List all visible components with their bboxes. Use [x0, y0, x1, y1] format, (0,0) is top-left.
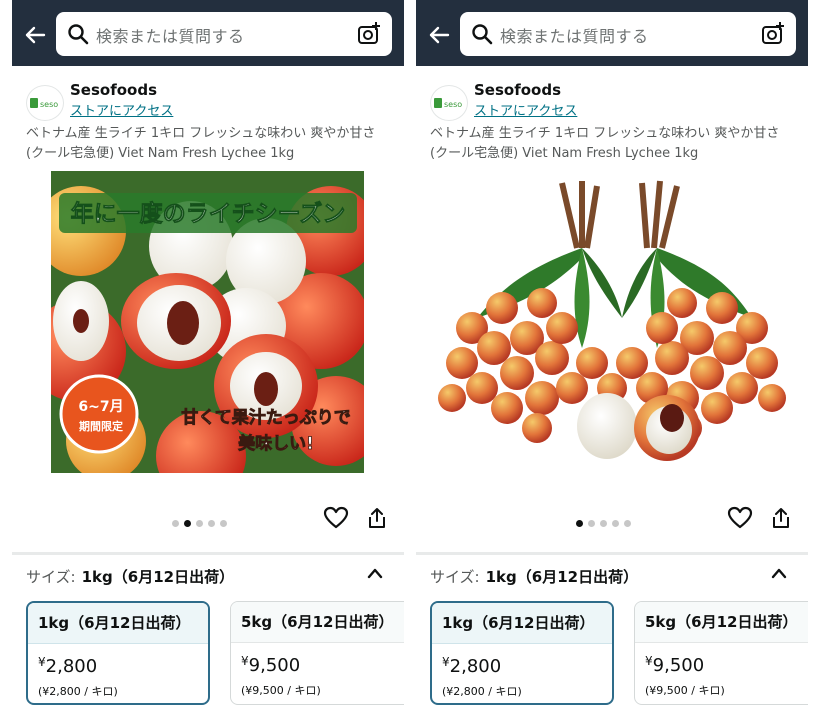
- size-option-5kg[interactable]: 5kg（6月12日出荷） ¥9,500 (¥9,500 / キロ): [230, 601, 404, 705]
- svg-text:seso: seso: [444, 100, 462, 109]
- chevron-up-icon[interactable]: [366, 566, 384, 580]
- top-bar: 検索または質問する: [12, 0, 404, 66]
- divider: [12, 552, 404, 555]
- svg-text:seso: seso: [40, 100, 58, 109]
- price-value: 9,500: [248, 655, 301, 676]
- seso-logo-icon: seso: [434, 98, 462, 109]
- size-option-unit-price: (¥9,500 / キロ): [645, 684, 725, 697]
- carousel-dot[interactable]: [588, 520, 595, 527]
- store-logo[interactable]: seso: [26, 85, 64, 121]
- visit-store-link[interactable]: ストアにアクセス: [474, 100, 577, 119]
- carousel-dots[interactable]: [576, 512, 636, 527]
- price-symbol: ¥: [38, 655, 46, 669]
- search-placeholder: 検索または質問する: [96, 27, 245, 46]
- share-icon[interactable]: [769, 506, 793, 530]
- visit-store-link[interactable]: ストアにアクセス: [70, 100, 173, 119]
- size-label: サイズ:: [430, 568, 480, 586]
- carousel-dots[interactable]: [172, 512, 232, 527]
- search-icon: [472, 24, 493, 45]
- promo-banner-text: 年に一度のライチシーズン: [71, 200, 346, 227]
- back-arrow-icon[interactable]: [20, 20, 50, 50]
- promo-caption-1: 甘くて果汁たっぷりで: [181, 407, 351, 428]
- promo-caption-2: 美味しい!: [238, 433, 314, 454]
- size-option-1kg[interactable]: 1kg（6月12日出荷） ¥2,800 (¥2,800 / キロ): [26, 601, 210, 705]
- size-label: サイズ:: [26, 568, 76, 586]
- size-option-label: 5kg（6月12日出荷）: [231, 602, 404, 643]
- carousel-dot[interactable]: [172, 520, 179, 527]
- product-page-panel-left: 検索または質問する seso Sesofoods ストアにアクセス ベトナム産 …: [12, 0, 404, 725]
- size-option-unit-price: (¥2,800 / キロ): [442, 685, 522, 698]
- size-option-label: 1kg（6月12日出荷）: [28, 603, 208, 644]
- search-input[interactable]: 検索または質問する: [460, 12, 796, 56]
- seso-logo-icon: seso: [30, 98, 58, 109]
- size-option-1kg[interactable]: 1kg（6月12日出荷） ¥2,800 (¥2,800 / キロ): [430, 601, 614, 705]
- carousel-dot[interactable]: [208, 520, 215, 527]
- back-arrow-icon[interactable]: [424, 20, 454, 50]
- carousel-dot-active[interactable]: [184, 520, 191, 527]
- search-placeholder: 検索または質問する: [500, 27, 649, 46]
- store-header: seso Sesofoods ストアにアクセス: [430, 80, 790, 121]
- size-value: 1kg（6月12日出荷）: [485, 568, 639, 586]
- carousel-dot[interactable]: [600, 520, 607, 527]
- store-name[interactable]: Sesofoods: [474, 81, 561, 99]
- heart-icon[interactable]: [323, 506, 349, 530]
- size-option-label: 1kg（6月12日出荷）: [432, 603, 612, 644]
- product-title: ベトナム産 生ライチ 1キロ フレッシュな味わい 爽やか甘さ (クール宅急便) …: [26, 126, 376, 161]
- size-value: 1kg（6月12日出荷）: [81, 568, 235, 586]
- share-icon[interactable]: [365, 506, 389, 530]
- top-bar: 検索または質問する: [416, 0, 808, 66]
- product-image-lychee-bunches[interactable]: [432, 178, 792, 468]
- size-option-unit-price: (¥2,800 / キロ): [38, 685, 118, 698]
- promo-badge-months: 6~7月: [78, 399, 123, 415]
- heart-icon[interactable]: [727, 506, 753, 530]
- camera-search-icon[interactable]: [356, 21, 382, 47]
- product-image-lychee-promo[interactable]: 年に一度のライチシーズン 6~7月 期間限定 甘くて果汁たっぷりで 美味しい!: [51, 171, 364, 473]
- size-option-unit-price: (¥9,500 / キロ): [241, 684, 321, 697]
- carousel-dot[interactable]: [196, 520, 203, 527]
- promo-badge-limited: 期間限定: [79, 419, 123, 433]
- size-option-price: ¥9,500: [241, 654, 300, 676]
- price-value: 2,800: [449, 656, 502, 677]
- price-symbol: ¥: [442, 655, 450, 669]
- store-logo[interactable]: seso: [430, 85, 468, 121]
- size-option-price: ¥2,800: [38, 655, 97, 677]
- price-symbol: ¥: [241, 654, 249, 668]
- product-page-panel-right: 検索または質問する seso Sesofoods ストアにアクセス ベトナム産 …: [416, 0, 808, 725]
- price-value: 9,500: [652, 655, 705, 676]
- size-option-price: ¥9,500: [645, 654, 704, 676]
- carousel-dot[interactable]: [624, 520, 631, 527]
- size-selector-header[interactable]: サイズ: 1kg（6月12日出荷）: [430, 566, 638, 587]
- size-selector-header[interactable]: サイズ: 1kg（6月12日出荷）: [26, 566, 234, 587]
- store-name[interactable]: Sesofoods: [70, 81, 157, 99]
- price-symbol: ¥: [645, 654, 653, 668]
- size-option-label: 5kg（6月12日出荷）: [635, 602, 808, 643]
- search-icon: [68, 24, 89, 45]
- divider: [416, 552, 808, 555]
- size-option-price: ¥2,800: [442, 655, 501, 677]
- search-input[interactable]: 検索または質問する: [56, 12, 392, 56]
- product-title: ベトナム産 生ライチ 1キロ フレッシュな味わい 爽やか甘さ (クール宅急便) …: [430, 126, 780, 161]
- carousel-dot[interactable]: [220, 520, 227, 527]
- size-option-5kg[interactable]: 5kg（6月12日出荷） ¥9,500 (¥9,500 / キロ): [634, 601, 808, 705]
- camera-search-icon[interactable]: [760, 21, 786, 47]
- price-value: 2,800: [45, 656, 98, 677]
- carousel-dot[interactable]: [612, 520, 619, 527]
- store-header: seso Sesofoods ストアにアクセス: [26, 80, 386, 121]
- carousel-dot-active[interactable]: [576, 520, 583, 527]
- chevron-up-icon[interactable]: [770, 566, 788, 580]
